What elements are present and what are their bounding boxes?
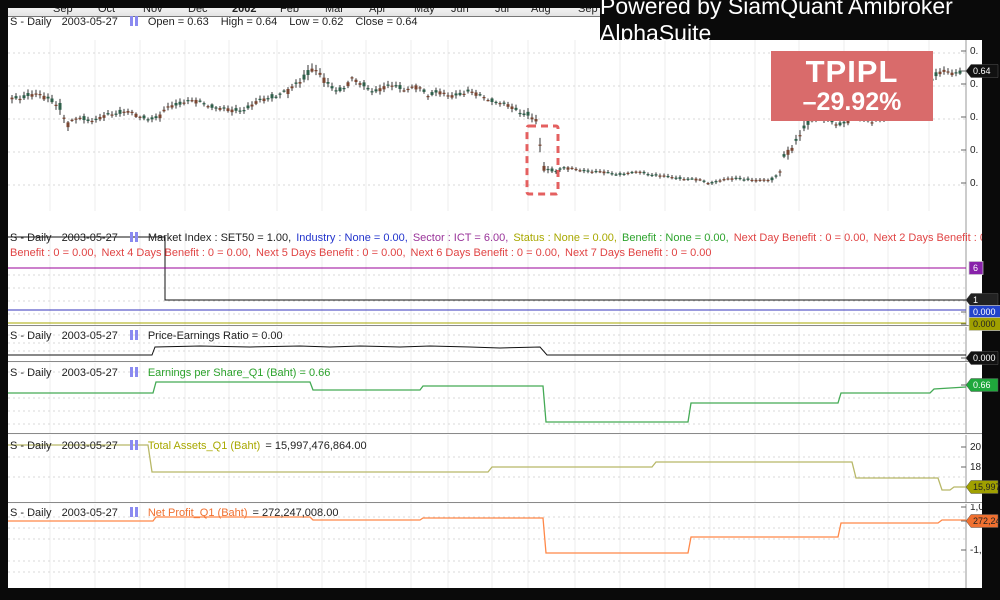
svg-text:0.000: 0.000: [973, 319, 996, 329]
svg-text:6: 6: [973, 263, 978, 273]
svg-text:0.64: 0.64: [973, 66, 991, 76]
svg-text:0.000: 0.000: [973, 307, 996, 317]
price-tag: 0.66: [966, 379, 998, 392]
svg-text:1: 1: [973, 295, 978, 305]
price-tag: 272,24: [966, 515, 1000, 528]
price-tag: 6: [969, 262, 983, 275]
price-tag: 0.000: [969, 318, 1000, 331]
price-tag: 0.000: [966, 352, 998, 365]
price-tag: 0.000: [969, 306, 1000, 319]
price-tag: 15,997,4: [966, 481, 1000, 494]
price-tag: 0.64: [966, 65, 998, 78]
price-tags-overlay: 0.64 6 1 0.000 0.000 0.000 0.66 15,997,4 272,24: [0, 0, 1000, 600]
svg-text:0.000: 0.000: [973, 353, 996, 363]
amibroker-chart-window: 0.0.0.0.0.20,00018,0001,000-1,000 SepOct…: [0, 0, 1000, 600]
price-tag: 1: [966, 294, 998, 307]
svg-text:272,24: 272,24: [973, 516, 1000, 526]
svg-text:15,997,4: 15,997,4: [973, 482, 1000, 492]
svg-text:0.66: 0.66: [973, 380, 991, 390]
